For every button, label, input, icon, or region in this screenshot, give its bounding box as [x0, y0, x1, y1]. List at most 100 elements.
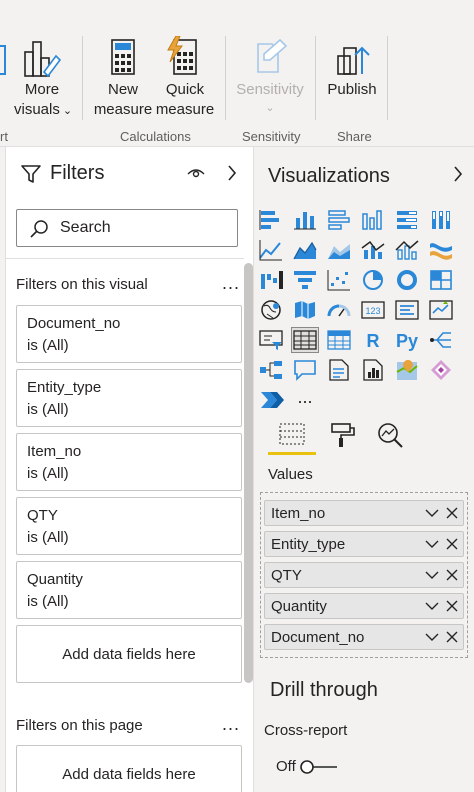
clustered-bar-chart-icon[interactable]	[326, 208, 352, 232]
chevron-down-icon[interactable]	[425, 570, 439, 580]
value-field-chip[interactable]: Item_no	[264, 500, 464, 526]
funnel-chart-icon[interactable]	[292, 268, 318, 292]
gauge-icon[interactable]	[326, 298, 352, 322]
power-apps-icon[interactable]	[428, 358, 454, 382]
decomposition-tree-icon[interactable]	[258, 358, 284, 382]
matrix-icon[interactable]	[326, 328, 352, 352]
value-field-chip[interactable]: Document_no	[264, 624, 464, 650]
kpi-icon[interactable]	[428, 298, 454, 322]
paginated-report-icon[interactable]	[360, 358, 386, 382]
chevron-down-icon[interactable]	[425, 601, 439, 611]
fields-well-icon	[279, 423, 305, 445]
multi-row-card-icon[interactable]	[394, 298, 420, 322]
more-visuals-icon	[24, 41, 62, 78]
sensitivity-button[interactable]: Sensitivity ⌄	[232, 36, 308, 120]
partial-ribbon-button[interactable]	[0, 40, 8, 80]
azure-map-icon[interactable]	[394, 358, 420, 382]
waterfall-chart-icon[interactable]	[258, 268, 284, 292]
map-icon[interactable]	[258, 298, 284, 322]
quick-measure-label-line2: measure	[155, 101, 215, 118]
add-data-fields-visual[interactable]: Add data fields here	[16, 625, 242, 683]
ribbon-separator	[315, 36, 316, 120]
sensitivity-label: Sensitivity	[236, 81, 304, 98]
values-label: Values	[268, 466, 313, 483]
filter-card-value: is (All)	[27, 593, 69, 610]
filter-card[interactable]: Entity_type is (All)	[16, 369, 242, 427]
slicer-icon[interactable]	[258, 328, 284, 352]
value-field-chip[interactable]: QTY	[264, 562, 464, 588]
area-chart-icon[interactable]	[292, 238, 318, 262]
chevron-down-icon[interactable]	[425, 632, 439, 642]
value-field-name: QTY	[271, 567, 302, 584]
value-field-name: Entity_type	[271, 536, 346, 553]
filter-card[interactable]: Item_no is (All)	[16, 433, 242, 491]
filter-search-input[interactable]: Search	[16, 209, 238, 247]
analytics-tab[interactable]	[372, 420, 408, 450]
scatter-chart-icon[interactable]	[326, 268, 352, 292]
sensitivity-icon	[257, 38, 288, 73]
format-tab[interactable]	[324, 420, 360, 450]
python-visual-icon[interactable]: Py	[394, 328, 420, 352]
stacked-column-chart-icon[interactable]	[292, 208, 318, 232]
stacked-area-chart-icon[interactable]	[326, 238, 352, 262]
card-icon[interactable]: 123	[360, 298, 386, 322]
drill-through-title: Drill through	[270, 679, 378, 701]
more-visuals-button[interactable]: More visuals ⌄	[14, 36, 72, 120]
pie-chart-icon[interactable]	[360, 268, 386, 292]
table-icon[interactable]	[291, 327, 319, 353]
close-icon[interactable]	[446, 600, 458, 612]
filled-map-icon[interactable]	[292, 298, 318, 322]
close-icon[interactable]	[446, 569, 458, 581]
filter-card[interactable]: Quantity is (All)	[16, 561, 242, 619]
more-visuals-icon[interactable]: ...	[292, 388, 318, 412]
qa-icon[interactable]	[292, 358, 318, 382]
search-icon	[30, 220, 48, 238]
close-icon[interactable]	[446, 507, 458, 519]
cross-report-toggle[interactable]	[299, 759, 339, 775]
close-icon[interactable]	[446, 538, 458, 550]
ribbon: More visuals ⌄ rt New measure Quick meas…	[0, 0, 474, 147]
cross-report-state: Off	[276, 758, 296, 775]
line-and-clustered-column-chart-icon[interactable]	[394, 238, 420, 262]
new-measure-button[interactable]: New measure	[92, 36, 154, 120]
fields-tab[interactable]	[274, 420, 310, 450]
close-icon[interactable]	[446, 631, 458, 643]
r-script-visual-icon[interactable]: R	[360, 328, 386, 352]
100-stacked-bar-chart-icon[interactable]	[394, 208, 420, 232]
chevron-down-icon[interactable]	[425, 539, 439, 549]
power-automate-icon[interactable]	[258, 388, 284, 412]
paint-roller-icon	[331, 423, 355, 447]
publish-button[interactable]: Publish	[322, 36, 382, 120]
line-and-stacked-column-chart-icon[interactable]	[360, 238, 386, 262]
clustered-column-chart-icon[interactable]	[360, 208, 386, 232]
collapse-filters-icon[interactable]	[226, 164, 238, 182]
filter-card[interactable]: QTY is (All)	[16, 497, 242, 555]
smart-narrative-icon[interactable]	[326, 358, 352, 382]
python-visual-text: Py	[396, 331, 418, 351]
chevron-down-icon[interactable]	[425, 508, 439, 518]
100-stacked-column-chart-icon[interactable]	[428, 208, 454, 232]
collapse-visualizations-icon[interactable]	[452, 165, 464, 183]
quick-measure-button[interactable]: Quick measure	[154, 36, 216, 120]
filter-card-value: is (All)	[27, 401, 69, 418]
eye-icon[interactable]	[186, 165, 206, 181]
search-placeholder: Search	[60, 219, 111, 236]
filters-scrollbar[interactable]	[244, 263, 253, 683]
treemap-icon[interactable]	[428, 268, 454, 292]
key-influencers-icon[interactable]	[428, 328, 454, 352]
group-label-share: Share	[337, 129, 372, 144]
add-data-fields-page[interactable]: Add data fields here	[16, 745, 242, 792]
publish-icon	[337, 46, 370, 75]
filter-card[interactable]: Document_no is (All)	[16, 305, 242, 363]
visual-filters-more-icon[interactable]: ...	[222, 273, 240, 294]
stacked-bar-chart-icon[interactable]	[258, 208, 284, 232]
line-chart-icon[interactable]	[258, 238, 284, 262]
values-well[interactable]: Item_no Entity_type QTY Quantity Documen…	[260, 492, 468, 658]
publish-label: Publish	[327, 81, 377, 98]
value-field-chip[interactable]: Quantity	[264, 593, 464, 619]
donut-chart-icon[interactable]	[394, 268, 420, 292]
add-data-fields-label: Add data fields here	[62, 646, 196, 663]
value-field-chip[interactable]: Entity_type	[264, 531, 464, 557]
ribbon-chart-icon[interactable]	[428, 238, 454, 262]
page-filters-more-icon[interactable]: ...	[222, 714, 240, 735]
